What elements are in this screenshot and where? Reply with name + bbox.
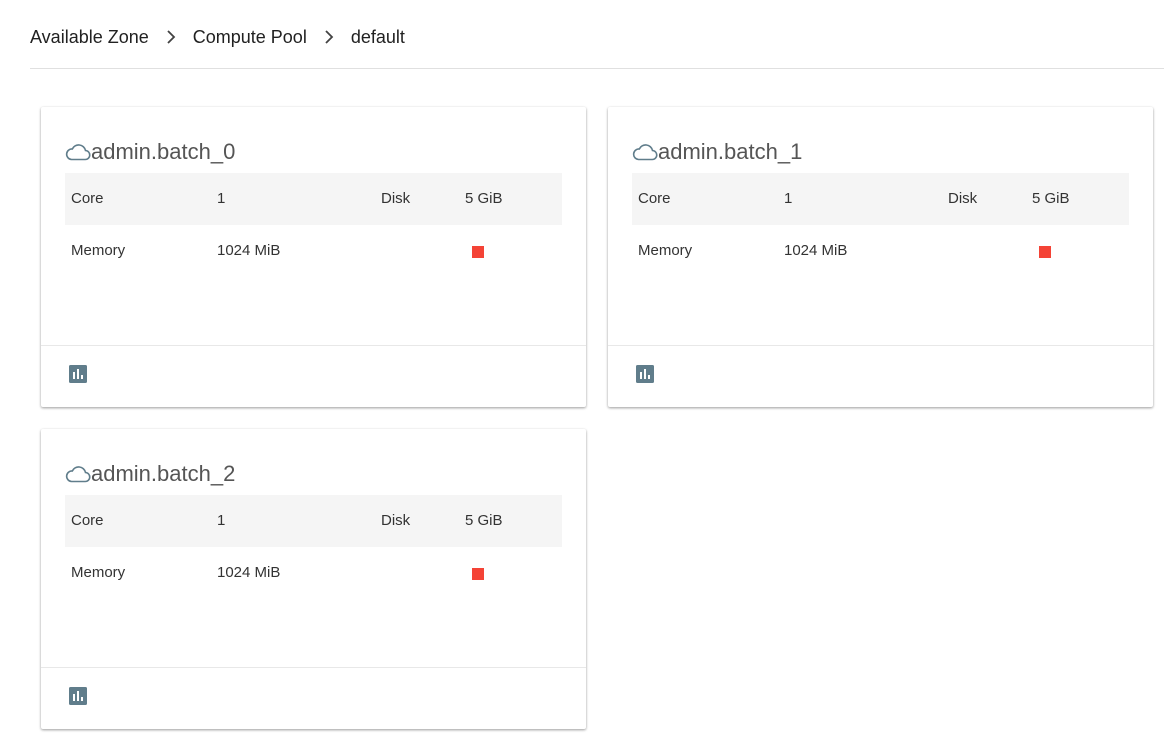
- disk-label: Disk: [381, 512, 411, 529]
- memory-label: Memory: [71, 564, 126, 581]
- memory-value: 1024 MiB: [217, 564, 281, 581]
- bar-chart-icon[interactable]: [636, 365, 654, 383]
- spec-row-memory: Memory 1024 MiB: [65, 225, 562, 277]
- card-footer-divider: [41, 667, 586, 668]
- compute-card: admin.batch_1 Core 1 Disk 5 GiB Memory 1…: [608, 107, 1153, 407]
- card-footer-divider: [608, 345, 1153, 346]
- cloud-icon: [632, 144, 658, 161]
- memory-label: Memory: [71, 242, 126, 259]
- card-title: admin.batch_2: [65, 459, 235, 489]
- spec-row-memory: Memory 1024 MiB: [632, 225, 1129, 277]
- header-divider: [30, 68, 1164, 69]
- compute-card: admin.batch_0 Core 1 Disk 5 GiB Memory 1…: [41, 107, 586, 407]
- memory-value: 1024 MiB: [784, 242, 848, 259]
- disk-label: Disk: [948, 190, 978, 207]
- status-indicator: [1039, 246, 1051, 258]
- spec-table: Core 1 Disk 5 GiB Memory 1024 MiB: [632, 173, 1129, 277]
- card-title: admin.batch_0: [65, 137, 235, 167]
- core-label: Core: [71, 512, 104, 529]
- bar-chart-icon[interactable]: [69, 365, 87, 383]
- spec-row-core-disk: Core 1 Disk 5 GiB: [65, 495, 562, 547]
- page: Available Zone Compute Pool default admi…: [0, 0, 1174, 746]
- breadcrumb-compute-pool[interactable]: Compute Pool: [193, 27, 307, 48]
- spec-row-memory: Memory 1024 MiB: [65, 547, 562, 599]
- spec-row-core-disk: Core 1 Disk 5 GiB: [632, 173, 1129, 225]
- core-label: Core: [71, 190, 104, 207]
- card-title: admin.batch_1: [632, 137, 802, 167]
- core-value: 1: [217, 190, 226, 207]
- card-name[interactable]: admin.batch_0: [91, 139, 235, 165]
- core-value: 1: [217, 512, 226, 529]
- status-indicator: [472, 246, 484, 258]
- breadcrumb-default: default: [350, 26, 405, 47]
- core-label: Core: [638, 190, 671, 207]
- cloud-icon: [65, 144, 91, 161]
- spec-row-core-disk: Core 1 Disk 5 GiB: [65, 173, 562, 225]
- disk-value: 5 GiB: [465, 512, 503, 529]
- chevron-right-icon: [319, 30, 339, 44]
- compute-card: admin.batch_2 Core 1 Disk 5 GiB Memory 1…: [41, 429, 586, 729]
- breadcrumb: Available Zone Compute Pool default: [30, 24, 405, 50]
- card-name[interactable]: admin.batch_1: [658, 139, 802, 165]
- memory-value: 1024 MiB: [217, 242, 281, 259]
- cloud-icon: [65, 466, 91, 483]
- status-indicator: [472, 568, 484, 580]
- chevron-right-icon: [161, 30, 181, 44]
- disk-value: 5 GiB: [1032, 190, 1070, 207]
- spec-table: Core 1 Disk 5 GiB Memory 1024 MiB: [65, 495, 562, 599]
- card-name[interactable]: admin.batch_2: [91, 461, 235, 487]
- disk-value: 5 GiB: [465, 190, 503, 207]
- memory-label: Memory: [638, 242, 693, 259]
- spec-table: Core 1 Disk 5 GiB Memory 1024 MiB: [65, 173, 562, 277]
- core-value: 1: [784, 190, 793, 207]
- bar-chart-icon[interactable]: [69, 687, 87, 705]
- card-footer-divider: [41, 345, 586, 346]
- disk-label: Disk: [381, 190, 411, 207]
- breadcrumb-available-zone[interactable]: Available Zone: [30, 27, 149, 48]
